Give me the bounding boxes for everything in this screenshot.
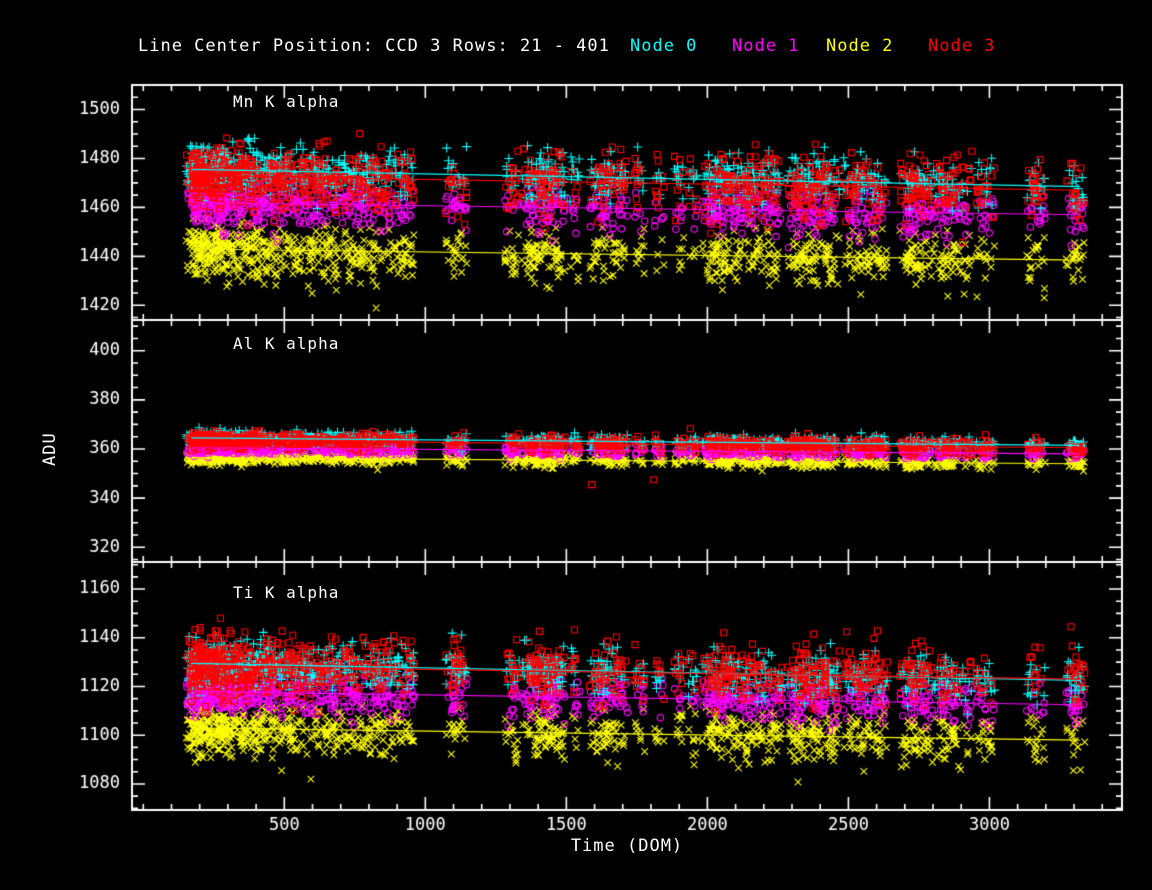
x-axis-label: Time (DOM)	[132, 836, 1122, 856]
y-axis-label: ADU	[40, 432, 60, 466]
legend-node-1: Node 1	[732, 36, 799, 56]
panel-title-ti-k-alpha: Ti K alpha	[233, 583, 339, 602]
legend-node-2: Node 2	[826, 36, 893, 56]
plot-canvas	[0, 0, 1152, 890]
plot-window: Line Center Position: CCD 3 Rows: 21 - 4…	[0, 0, 1152, 890]
plot-title: Line Center Position: CCD 3 Rows: 21 - 4…	[138, 36, 610, 56]
legend-node-0: Node 0	[630, 36, 697, 56]
legend-node-3: Node 3	[928, 36, 995, 56]
panel-title-mn-k-alpha: Mn K alpha	[233, 92, 339, 111]
panel-title-al-k-alpha: Al K alpha	[233, 334, 339, 353]
